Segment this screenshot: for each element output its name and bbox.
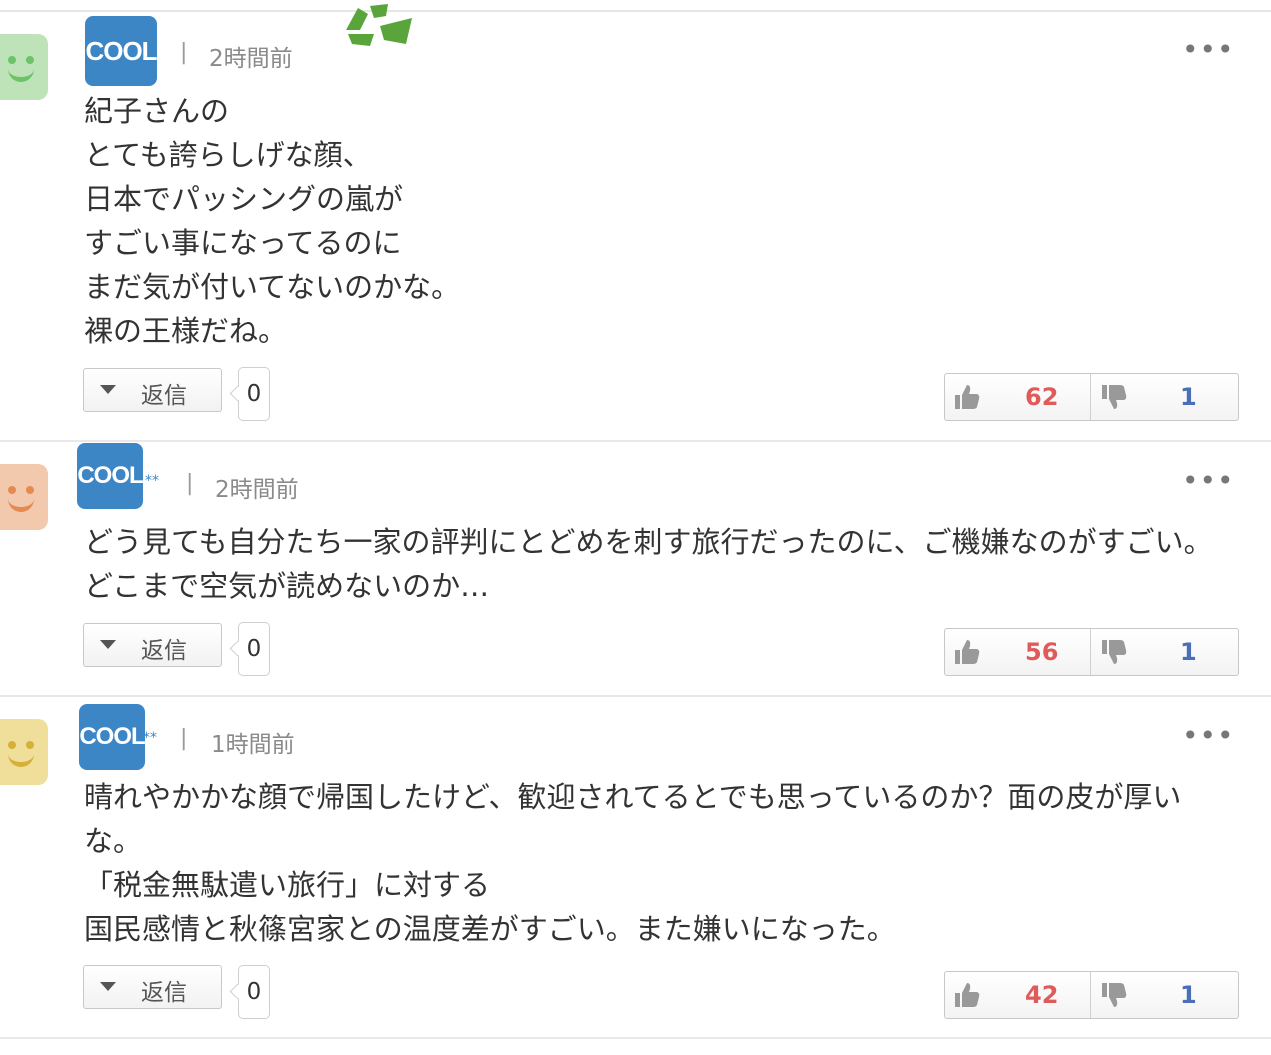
reply-count: 0: [238, 622, 270, 676]
caret-down-icon: [100, 385, 116, 394]
comment-divider: [0, 440, 1271, 442]
author-suffix: **: [145, 473, 159, 489]
caret-down-icon: [100, 982, 116, 991]
reply-button[interactable]: 返信: [83, 623, 222, 667]
vote-divider: [1090, 374, 1091, 420]
more-options-button[interactable]: •••: [1182, 722, 1235, 750]
reply-label: 返信: [141, 638, 187, 664]
user-avatar: [0, 34, 48, 100]
comment-time: 1時間前: [211, 732, 295, 758]
comment-divider: [0, 1037, 1271, 1039]
like-count[interactable]: 56: [1025, 638, 1058, 666]
author-name: COOL: [79, 723, 145, 750]
comment-divider: [0, 695, 1271, 697]
avatar-eye: [8, 56, 16, 64]
top-divider: [0, 10, 1271, 12]
meta-separator: |: [180, 40, 188, 65]
reply-count: 0: [238, 965, 270, 1019]
dislike-count[interactable]: 1: [1180, 981, 1197, 1009]
dislike-count[interactable]: 1: [1180, 638, 1197, 666]
meta-separator: |: [186, 471, 194, 496]
vote-box: 42 1: [944, 971, 1239, 1019]
dislike-count[interactable]: 1: [1180, 383, 1197, 411]
user-avatar: [0, 719, 48, 785]
thumbs-up-icon[interactable]: [953, 981, 981, 1009]
vote-box: 56 1: [944, 628, 1239, 676]
like-count[interactable]: 62: [1025, 383, 1058, 411]
comment-body: どう見ても自分たち一家の評判にとどめを刺す旅行だったのに、ご機嫌なのがすごい。ど…: [84, 525, 1213, 603]
vote-box: 62 1: [944, 373, 1239, 421]
comment-body: 紀子さんの とても誇らしげな顔、 日本でパッシングの嵐が すごい事になってるのに…: [84, 94, 461, 348]
avatar-mouth: [8, 68, 34, 82]
reply-count: 0: [238, 367, 270, 421]
avatar-eye: [26, 56, 34, 64]
author-logo[interactable]: COOL: [85, 16, 158, 86]
recycle-icon: [346, 4, 412, 46]
reply-button[interactable]: 返信: [83, 368, 222, 412]
comment-body: 晴れやかかな顔で帰国したけど、歓迎されてるとでも思っているのか？面の皮が厚いな。…: [84, 780, 1182, 946]
reply-label: 返信: [141, 980, 187, 1006]
thumbs-down-icon[interactable]: [1100, 638, 1128, 666]
avatar-eye: [8, 741, 16, 749]
reply-label: 返信: [141, 383, 187, 409]
more-options-button[interactable]: •••: [1182, 36, 1235, 64]
vote-divider: [1090, 972, 1091, 1018]
more-options-button[interactable]: •••: [1182, 467, 1235, 495]
like-count[interactable]: 42: [1025, 981, 1058, 1009]
thumbs-down-icon[interactable]: [1100, 981, 1128, 1009]
author-logo[interactable]: COOL: [77, 443, 144, 509]
thumbs-up-icon[interactable]: [953, 383, 981, 411]
author-logo[interactable]: COOL: [79, 704, 146, 770]
caret-down-icon: [100, 640, 116, 649]
author-name: COOL: [85, 35, 157, 66]
thumbs-up-icon[interactable]: [953, 638, 981, 666]
avatar-mouth: [8, 498, 34, 512]
comment-time: 2時間前: [209, 46, 293, 72]
author-suffix: **: [143, 730, 157, 746]
avatar-eye: [26, 486, 34, 494]
avatar-eye: [8, 486, 16, 494]
reply-button[interactable]: 返信: [83, 965, 222, 1009]
comment-time: 2時間前: [215, 477, 299, 503]
avatar-eye: [26, 741, 34, 749]
meta-separator: |: [180, 726, 188, 751]
avatar-mouth: [8, 753, 34, 767]
user-avatar: [0, 464, 48, 530]
author-name: COOL: [77, 462, 143, 489]
vote-divider: [1090, 629, 1091, 675]
thumbs-down-icon[interactable]: [1100, 383, 1128, 411]
